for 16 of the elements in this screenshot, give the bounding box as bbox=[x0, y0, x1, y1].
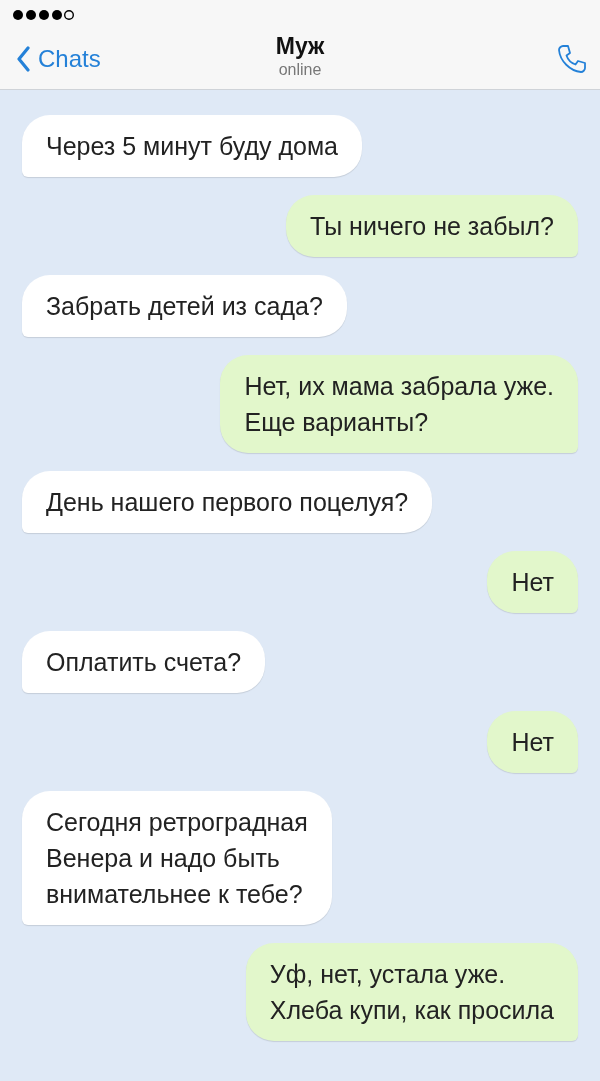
message-bubble: Оплатить счета? bbox=[22, 631, 266, 693]
message-bubble: Сегодня ретроградная Венера и надо быть внимательнее к тебе? bbox=[22, 791, 332, 925]
chat-title: Муж bbox=[275, 32, 325, 60]
contact-status: online bbox=[278, 60, 322, 80]
phone-icon[interactable] bbox=[556, 43, 588, 75]
message-bubble: Уф, нет, устала уже. Хлеба купи, как просила bbox=[245, 943, 578, 1041]
message-bubble: Нет, их мама забрала уже. Еще варианты? bbox=[220, 355, 578, 453]
message-bubble: Ты ничего не забыл? bbox=[286, 195, 578, 257]
signal-icon bbox=[12, 9, 74, 21]
back-button[interactable]: Chats bbox=[16, 45, 101, 73]
message-bubble: Нет bbox=[487, 711, 578, 773]
message-bubble: День нашего первого поцелуя? bbox=[22, 471, 433, 533]
message-bubble: Забрать детей из сада? bbox=[22, 275, 347, 337]
message-bubble: Нет bbox=[487, 551, 578, 613]
message-bubble: Через 5 минут буду дома bbox=[22, 115, 362, 177]
chevron-icon bbox=[16, 46, 30, 72]
